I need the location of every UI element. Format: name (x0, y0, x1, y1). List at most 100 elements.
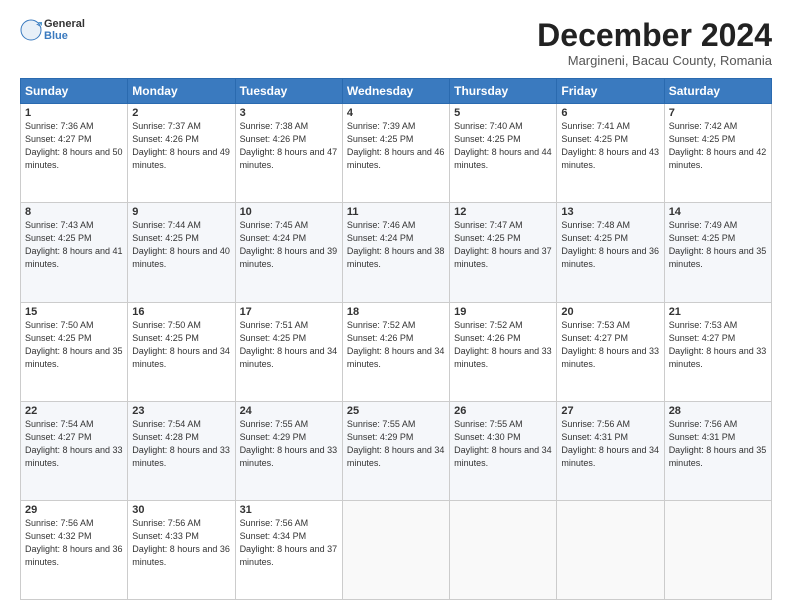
day-number: 18 (347, 306, 445, 318)
day-info: Sunrise: 7:42 AM Sunset: 4:25 PM Dayligh… (669, 120, 767, 172)
day-number: 12 (454, 206, 552, 218)
day-info: Sunrise: 7:54 AM Sunset: 4:28 PM Dayligh… (132, 418, 230, 470)
day-cell-11: 11 Sunrise: 7:46 AM Sunset: 4:24 PM Dayl… (342, 203, 449, 302)
day-info: Sunrise: 7:56 AM Sunset: 4:31 PM Dayligh… (561, 418, 659, 470)
day-info: Sunrise: 7:51 AM Sunset: 4:25 PM Dayligh… (240, 319, 338, 371)
day-info: Sunrise: 7:38 AM Sunset: 4:26 PM Dayligh… (240, 120, 338, 172)
day-info: Sunrise: 7:40 AM Sunset: 4:25 PM Dayligh… (454, 120, 552, 172)
day-number: 22 (25, 405, 123, 417)
day-cell-7: 7 Sunrise: 7:42 AM Sunset: 4:25 PM Dayli… (664, 104, 771, 203)
header: General Blue December 2024 Margineni, Ba… (20, 18, 772, 68)
day-info: Sunrise: 7:56 AM Sunset: 4:32 PM Dayligh… (25, 517, 123, 569)
day-info: Sunrise: 7:53 AM Sunset: 4:27 PM Dayligh… (669, 319, 767, 371)
day-number: 7 (669, 107, 767, 119)
day-info: Sunrise: 7:49 AM Sunset: 4:25 PM Dayligh… (669, 219, 767, 271)
day-cell-17: 17 Sunrise: 7:51 AM Sunset: 4:25 PM Dayl… (235, 302, 342, 401)
day-info: Sunrise: 7:50 AM Sunset: 4:25 PM Dayligh… (25, 319, 123, 371)
title-block: December 2024 Margineni, Bacau County, R… (537, 18, 772, 68)
day-number: 23 (132, 405, 230, 417)
empty-cell-4-4 (450, 500, 557, 599)
day-info: Sunrise: 7:52 AM Sunset: 4:26 PM Dayligh… (454, 319, 552, 371)
day-number: 29 (25, 504, 123, 516)
days-header-row: SundayMondayTuesdayWednesdayThursdayFrid… (21, 79, 772, 104)
day-cell-10: 10 Sunrise: 7:45 AM Sunset: 4:24 PM Dayl… (235, 203, 342, 302)
day-cell-31: 31 Sunrise: 7:56 AM Sunset: 4:34 PM Dayl… (235, 500, 342, 599)
day-cell-14: 14 Sunrise: 7:49 AM Sunset: 4:25 PM Dayl… (664, 203, 771, 302)
day-info: Sunrise: 7:48 AM Sunset: 4:25 PM Dayligh… (561, 219, 659, 271)
logo-bird-icon (20, 19, 42, 41)
day-info: Sunrise: 7:37 AM Sunset: 4:26 PM Dayligh… (132, 120, 230, 172)
header-wednesday: Wednesday (342, 79, 449, 104)
day-number: 6 (561, 107, 659, 119)
day-info: Sunrise: 7:44 AM Sunset: 4:25 PM Dayligh… (132, 219, 230, 271)
empty-cell-4-3 (342, 500, 449, 599)
day-cell-12: 12 Sunrise: 7:47 AM Sunset: 4:25 PM Dayl… (450, 203, 557, 302)
logo: General Blue (20, 18, 85, 42)
week-row-1: 1 Sunrise: 7:36 AM Sunset: 4:27 PM Dayli… (21, 104, 772, 203)
day-number: 25 (347, 405, 445, 417)
day-number: 28 (669, 405, 767, 417)
day-cell-3: 3 Sunrise: 7:38 AM Sunset: 4:26 PM Dayli… (235, 104, 342, 203)
month-title: December 2024 (537, 18, 772, 53)
empty-cell-4-5 (557, 500, 664, 599)
day-cell-19: 19 Sunrise: 7:52 AM Sunset: 4:26 PM Dayl… (450, 302, 557, 401)
day-info: Sunrise: 7:50 AM Sunset: 4:25 PM Dayligh… (132, 319, 230, 371)
day-info: Sunrise: 7:54 AM Sunset: 4:27 PM Dayligh… (25, 418, 123, 470)
week-row-5: 29 Sunrise: 7:56 AM Sunset: 4:32 PM Dayl… (21, 500, 772, 599)
day-number: 26 (454, 405, 552, 417)
day-cell-28: 28 Sunrise: 7:56 AM Sunset: 4:31 PM Dayl… (664, 401, 771, 500)
day-number: 27 (561, 405, 659, 417)
day-info: Sunrise: 7:41 AM Sunset: 4:25 PM Dayligh… (561, 120, 659, 172)
day-number: 15 (25, 306, 123, 318)
header-saturday: Saturday (664, 79, 771, 104)
empty-cell-4-6 (664, 500, 771, 599)
day-number: 9 (132, 206, 230, 218)
header-thursday: Thursday (450, 79, 557, 104)
day-info: Sunrise: 7:36 AM Sunset: 4:27 PM Dayligh… (25, 120, 123, 172)
day-cell-18: 18 Sunrise: 7:52 AM Sunset: 4:26 PM Dayl… (342, 302, 449, 401)
day-info: Sunrise: 7:39 AM Sunset: 4:25 PM Dayligh… (347, 120, 445, 172)
day-info: Sunrise: 7:56 AM Sunset: 4:31 PM Dayligh… (669, 418, 767, 470)
day-cell-23: 23 Sunrise: 7:54 AM Sunset: 4:28 PM Dayl… (128, 401, 235, 500)
calendar-table: SundayMondayTuesdayWednesdayThursdayFrid… (20, 78, 772, 600)
day-number: 3 (240, 107, 338, 119)
day-info: Sunrise: 7:46 AM Sunset: 4:24 PM Dayligh… (347, 219, 445, 271)
day-number: 20 (561, 306, 659, 318)
logo-general: General (44, 18, 85, 30)
day-cell-25: 25 Sunrise: 7:55 AM Sunset: 4:29 PM Dayl… (342, 401, 449, 500)
day-cell-15: 15 Sunrise: 7:50 AM Sunset: 4:25 PM Dayl… (21, 302, 128, 401)
header-friday: Friday (557, 79, 664, 104)
day-cell-26: 26 Sunrise: 7:55 AM Sunset: 4:30 PM Dayl… (450, 401, 557, 500)
day-cell-29: 29 Sunrise: 7:56 AM Sunset: 4:32 PM Dayl… (21, 500, 128, 599)
day-number: 30 (132, 504, 230, 516)
day-cell-27: 27 Sunrise: 7:56 AM Sunset: 4:31 PM Dayl… (557, 401, 664, 500)
header-tuesday: Tuesday (235, 79, 342, 104)
day-number: 11 (347, 206, 445, 218)
day-cell-16: 16 Sunrise: 7:50 AM Sunset: 4:25 PM Dayl… (128, 302, 235, 401)
day-number: 1 (25, 107, 123, 119)
day-cell-8: 8 Sunrise: 7:43 AM Sunset: 4:25 PM Dayli… (21, 203, 128, 302)
day-number: 24 (240, 405, 338, 417)
day-number: 31 (240, 504, 338, 516)
day-info: Sunrise: 7:43 AM Sunset: 4:25 PM Dayligh… (25, 219, 123, 271)
day-cell-6: 6 Sunrise: 7:41 AM Sunset: 4:25 PM Dayli… (557, 104, 664, 203)
day-info: Sunrise: 7:55 AM Sunset: 4:29 PM Dayligh… (240, 418, 338, 470)
day-number: 13 (561, 206, 659, 218)
day-info: Sunrise: 7:47 AM Sunset: 4:25 PM Dayligh… (454, 219, 552, 271)
day-cell-22: 22 Sunrise: 7:54 AM Sunset: 4:27 PM Dayl… (21, 401, 128, 500)
day-number: 2 (132, 107, 230, 119)
page: General Blue December 2024 Margineni, Ba… (0, 0, 792, 612)
day-info: Sunrise: 7:55 AM Sunset: 4:30 PM Dayligh… (454, 418, 552, 470)
day-cell-13: 13 Sunrise: 7:48 AM Sunset: 4:25 PM Dayl… (557, 203, 664, 302)
day-info: Sunrise: 7:56 AM Sunset: 4:34 PM Dayligh… (240, 517, 338, 569)
day-cell-5: 5 Sunrise: 7:40 AM Sunset: 4:25 PM Dayli… (450, 104, 557, 203)
subtitle: Margineni, Bacau County, Romania (537, 53, 772, 68)
day-number: 19 (454, 306, 552, 318)
calendar: SundayMondayTuesdayWednesdayThursdayFrid… (20, 78, 772, 600)
day-info: Sunrise: 7:56 AM Sunset: 4:33 PM Dayligh… (132, 517, 230, 569)
day-cell-20: 20 Sunrise: 7:53 AM Sunset: 4:27 PM Dayl… (557, 302, 664, 401)
day-cell-30: 30 Sunrise: 7:56 AM Sunset: 4:33 PM Dayl… (128, 500, 235, 599)
header-sunday: Sunday (21, 79, 128, 104)
day-cell-21: 21 Sunrise: 7:53 AM Sunset: 4:27 PM Dayl… (664, 302, 771, 401)
day-number: 5 (454, 107, 552, 119)
